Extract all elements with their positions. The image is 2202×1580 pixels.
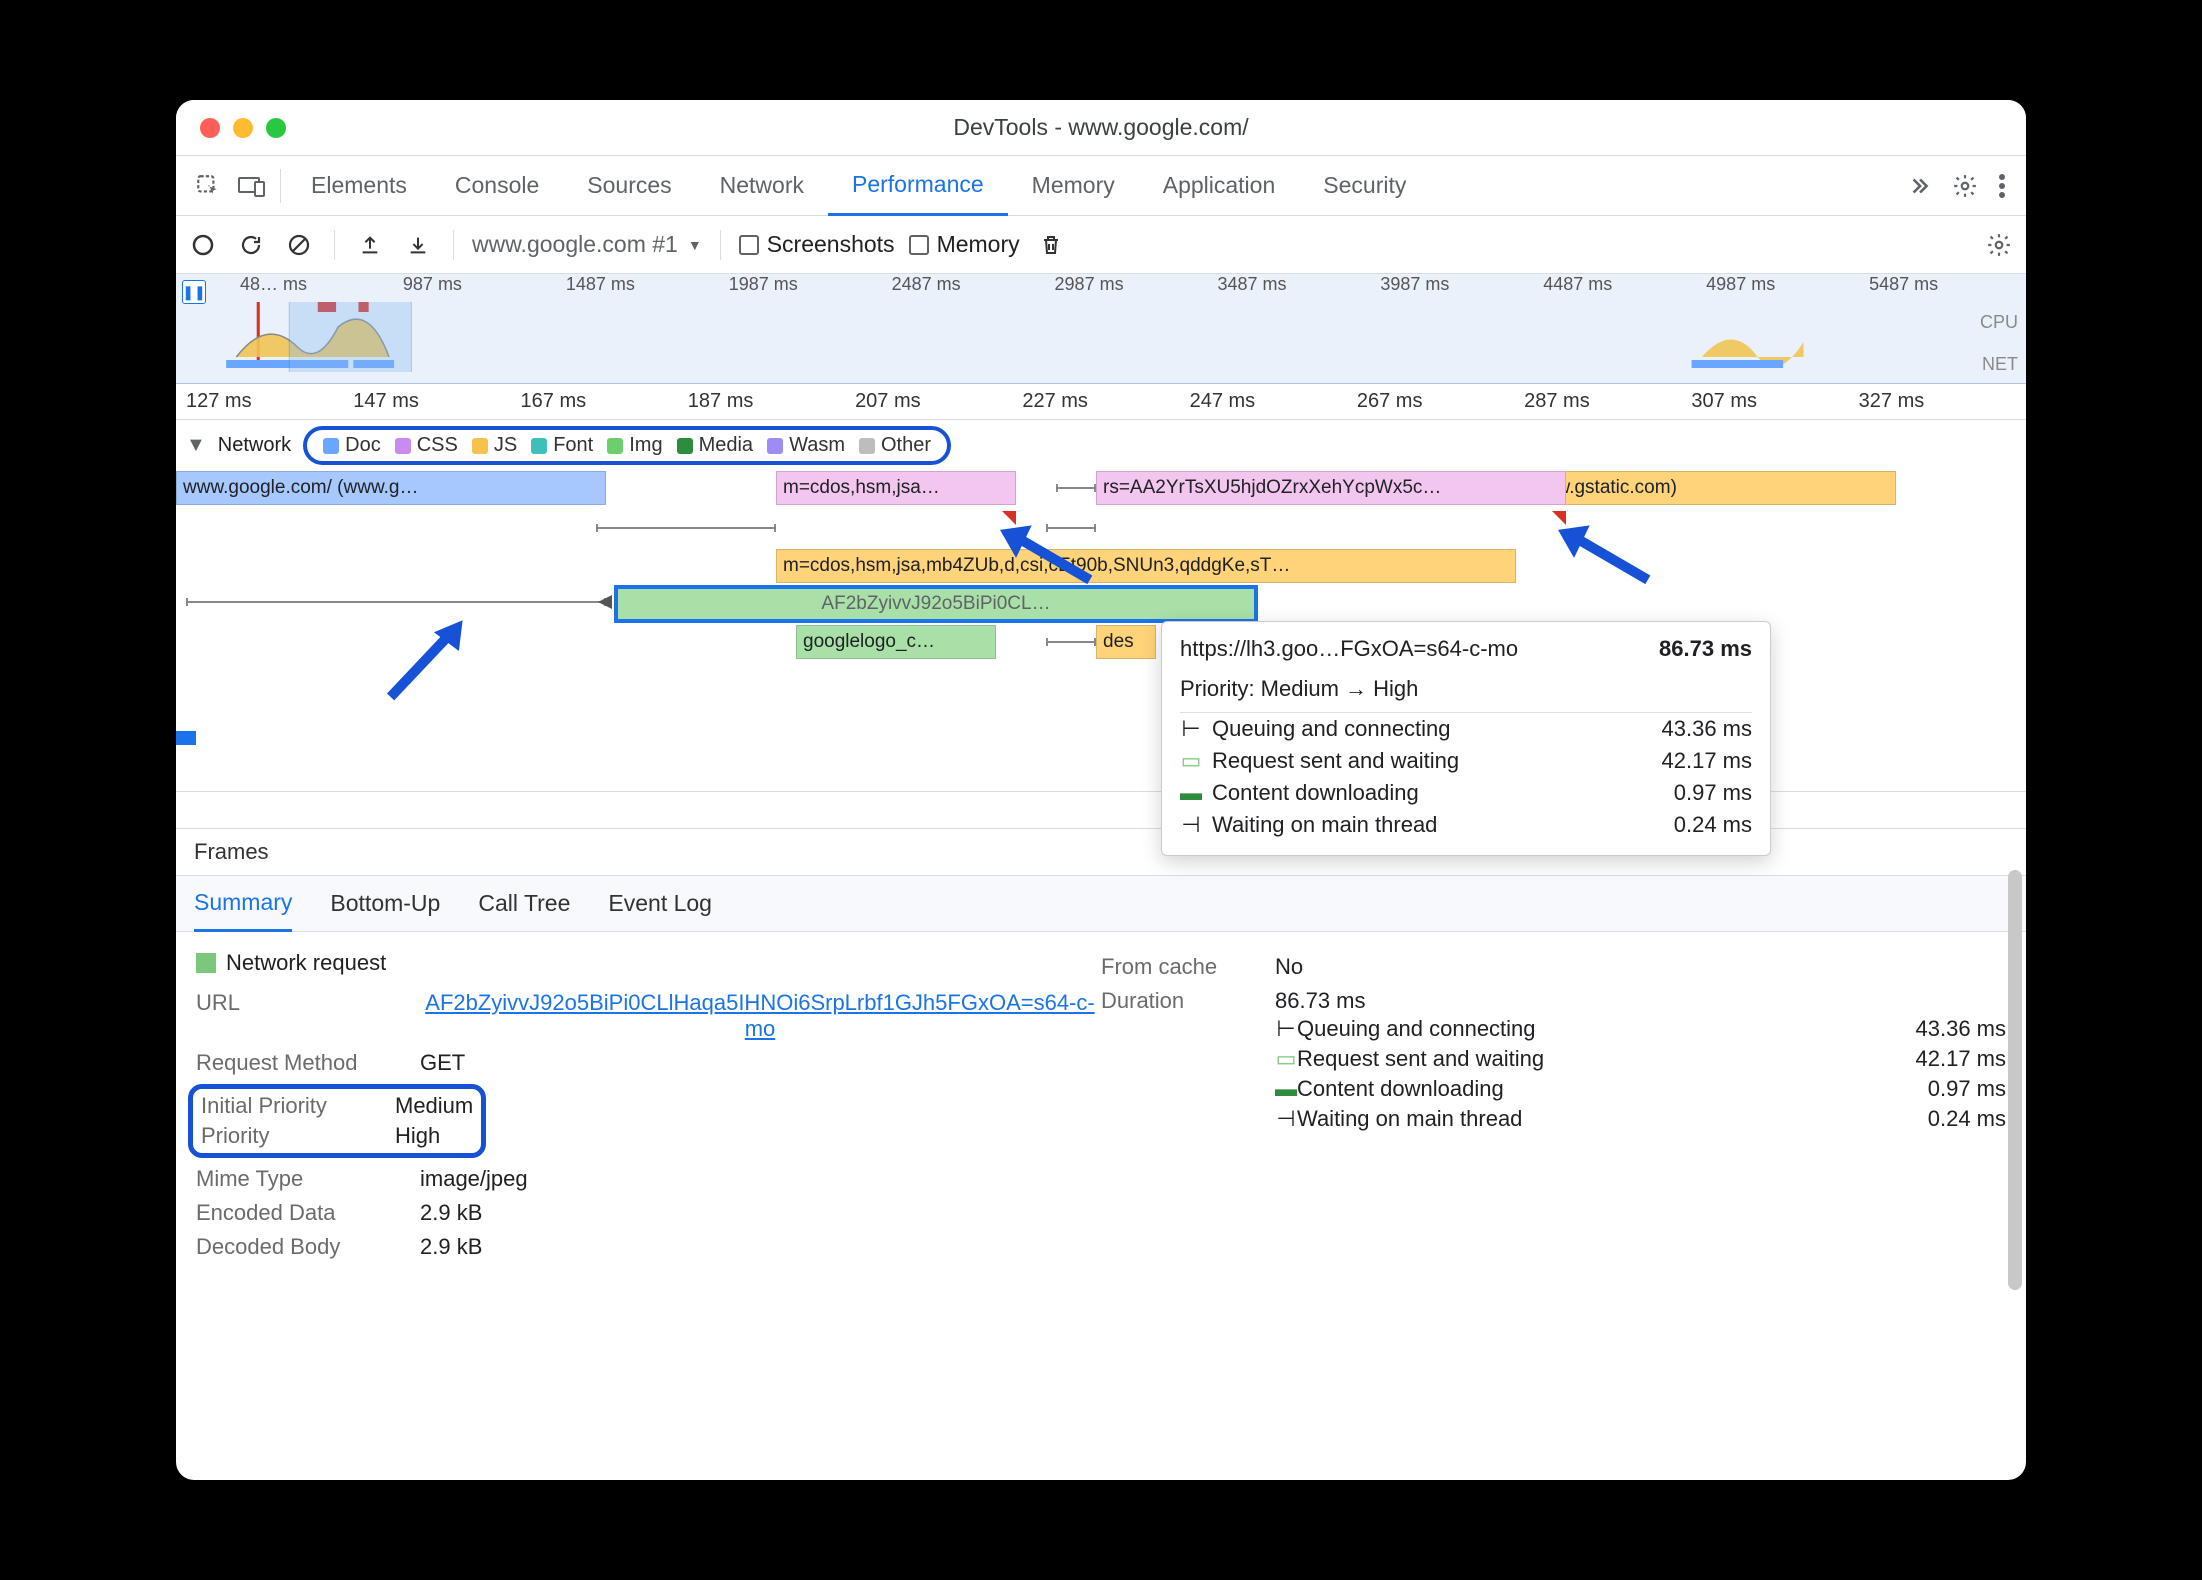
settings-gear-icon[interactable] (1942, 173, 1988, 199)
timeline-overview[interactable]: ❚❚ 48… ms987 ms1487 ms1987 ms2487 ms2987… (176, 274, 2026, 384)
recording-selector-label: www.google.com #1 (472, 231, 678, 258)
detail-tab-bottom-up[interactable]: Bottom-Up (330, 876, 440, 932)
close-window-button[interactable] (200, 118, 220, 138)
screenshots-checkbox[interactable]: Screenshots (739, 231, 895, 258)
legend-doc: Doc (323, 434, 381, 457)
device-toolbar-icon[interactable] (230, 175, 274, 197)
summary-header: Network request (226, 950, 386, 976)
priority-annotation-box: Initial PriorityMedium PriorityHigh (188, 1084, 486, 1158)
network-tooltip: https://lh3.goo…FGxOA=s64-c-mo86.73 ms P… (1161, 621, 1771, 856)
timeline-ruler[interactable]: 127 ms147 ms167 ms187 ms207 ms227 ms247 … (176, 384, 2026, 420)
chevron-down-icon: ▼ (688, 237, 702, 253)
window-titlebar: DevTools - www.google.com/ (176, 100, 2026, 156)
network-bar[interactable]: www.google.com/ (www.g… (176, 471, 606, 505)
recording-selector[interactable]: www.google.com #1 ▼ (472, 231, 702, 258)
vertical-scrollbar[interactable] (2008, 870, 2022, 1290)
memory-checkbox[interactable]: Memory (909, 231, 1020, 258)
tab-application[interactable]: Application (1139, 156, 1300, 216)
selection-marker (176, 731, 196, 745)
kebab-menu-icon[interactable] (1988, 173, 2016, 199)
timing-marker (186, 601, 606, 603)
tab-performance[interactable]: Performance (828, 156, 1008, 216)
upload-profile-icon[interactable] (353, 234, 387, 256)
legend-media: Media (677, 434, 753, 457)
reload-record-button[interactable] (234, 233, 268, 257)
network-flame-chart[interactable]: www.google.com/ (www.g… rs=AA2YrTv0taM5q… (176, 471, 2026, 791)
inspect-icon[interactable] (186, 173, 230, 199)
record-button[interactable] (186, 234, 220, 256)
annotation-arrow-icon (991, 508, 1111, 603)
detail-tab-summary[interactable]: Summary (194, 876, 292, 932)
capture-settings-gear-icon[interactable] (1982, 232, 2016, 258)
network-bar[interactable]: des (1096, 625, 1156, 659)
devtools-window: DevTools - www.google.com/ ElementsConso… (176, 100, 2026, 1480)
performance-toolbar: www.google.com #1 ▼ Screenshots Memory (176, 216, 2026, 274)
clear-button[interactable] (282, 233, 316, 257)
url-link[interactable]: AF2bZyivvJ92o5BiPi0CLlHaqa5IHNOi6SrpLrbf… (420, 990, 1100, 1042)
network-bar[interactable]: m=cdos,hsm,jsa,mb4ZUb,d,csi,cEt90b,SNUn3… (776, 549, 1516, 583)
network-bar[interactable]: googlelogo_c… (796, 625, 996, 659)
resource-type-swatch-icon (196, 953, 216, 973)
detail-tab-event-log[interactable]: Event Log (608, 876, 712, 932)
tab-console[interactable]: Console (431, 156, 563, 216)
overview-ticks: 48… ms987 ms1487 ms1987 ms2487 ms2987 ms… (176, 274, 2026, 295)
tab-security[interactable]: Security (1299, 156, 1430, 216)
network-bar[interactable]: m=cdos,hsm,jsa… (776, 471, 1016, 505)
legend-other: Other (859, 434, 931, 457)
window-title: DevTools - www.google.com/ (176, 114, 2026, 141)
network-legend-annotation: Doc CSS JS Font Img Media Wasm Other (303, 426, 951, 465)
detail-tabs: Summary Bottom-Up Call Tree Event Log (176, 876, 2026, 932)
maximize-window-button[interactable] (266, 118, 286, 138)
network-track-header: ▼ Network Doc CSS JS Font Img Media Wasm Other (176, 420, 2026, 471)
legend-css: CSS (395, 434, 458, 457)
tab-sources[interactable]: Sources (563, 156, 695, 216)
minimize-window-button[interactable] (233, 118, 253, 138)
network-track-label: Network (218, 434, 291, 457)
annotation-arrow-icon (371, 614, 491, 709)
more-tabs-icon[interactable] (1896, 173, 1942, 199)
overview-activity (216, 302, 1946, 372)
legend-wasm: Wasm (767, 434, 845, 457)
network-bar-selected[interactable]: AF2bZyivvJ92o5BiPi0CL… (616, 587, 1256, 621)
tab-elements[interactable]: Elements (287, 156, 431, 216)
tab-memory[interactable]: Memory (1008, 156, 1139, 216)
summary-panel: Network request URLAF2bZyivvJ92o5BiPi0CL… (176, 932, 2026, 1480)
timing-marker (596, 527, 776, 529)
traffic-lights (176, 118, 286, 138)
legend-img: Img (607, 434, 662, 457)
legend-font: Font (531, 434, 593, 457)
network-bar[interactable]: rs=AA2YrTsXU5hjdOZrxXehYcpWx5c… (1096, 471, 1566, 505)
main-panel-tabs: ElementsConsoleSourcesNetworkPerformance… (176, 156, 2026, 216)
collect-garbage-icon[interactable] (1034, 233, 1068, 257)
overview-cpu-label: CPU (1980, 312, 2018, 333)
timing-marker (1056, 487, 1096, 489)
download-profile-icon[interactable] (401, 234, 435, 256)
legend-js: JS (472, 434, 517, 457)
annotation-arrow-icon (1549, 508, 1669, 603)
timing-marker (1046, 641, 1096, 643)
detail-tab-call-tree[interactable]: Call Tree (478, 876, 570, 932)
tab-network[interactable]: Network (696, 156, 828, 216)
disclosure-triangle-icon[interactable]: ▼ (186, 434, 206, 457)
overview-net-label: NET (1982, 354, 2018, 375)
